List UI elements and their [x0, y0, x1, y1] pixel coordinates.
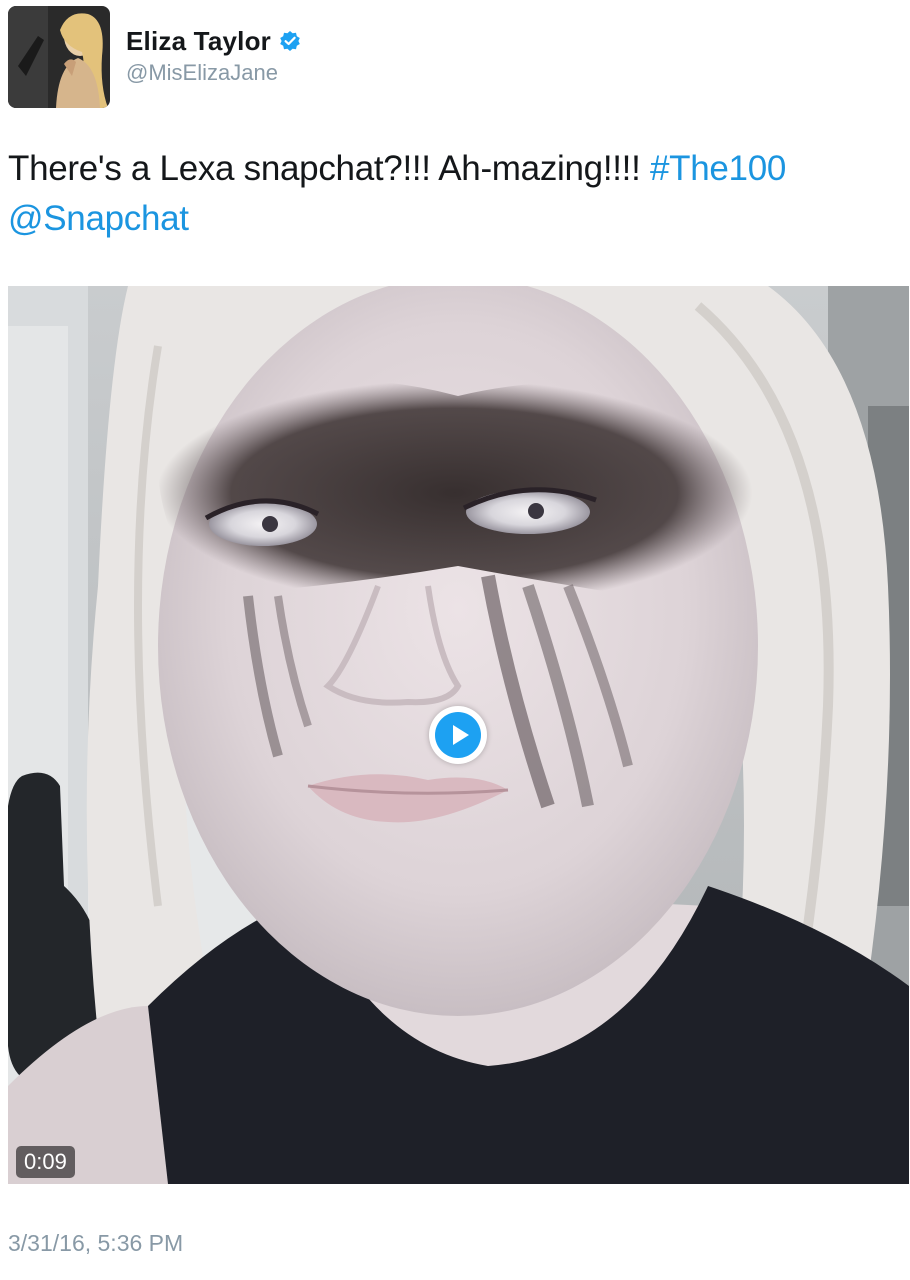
avatar[interactable]	[8, 6, 110, 108]
tweet-body-text: There's a Lexa snapchat?!!! Ah-mazing!!!…	[8, 149, 650, 188]
video-duration-badge: 0:09	[16, 1146, 75, 1178]
author-handle[interactable]: @MisElizaJane	[126, 60, 301, 86]
display-name[interactable]: Eliza Taylor	[126, 26, 271, 57]
play-button[interactable]	[429, 706, 487, 764]
avatar-image	[8, 6, 110, 108]
hashtag-link[interactable]: #The100	[650, 149, 786, 188]
verified-badge-icon	[279, 30, 301, 52]
tweet-header: Eliza Taylor @MisElizaJane	[8, 6, 902, 110]
video-player[interactable]: 0:09	[8, 286, 909, 1184]
tweet-text: There's a Lexa snapchat?!!! Ah-mazing!!!…	[8, 144, 902, 244]
mention-link[interactable]: @Snapchat	[8, 199, 189, 238]
tweet-timestamp[interactable]: 3/31/16, 5:36 PM	[8, 1230, 183, 1257]
author-names: Eliza Taylor @MisElizaJane	[126, 24, 301, 86]
play-icon	[435, 712, 481, 758]
